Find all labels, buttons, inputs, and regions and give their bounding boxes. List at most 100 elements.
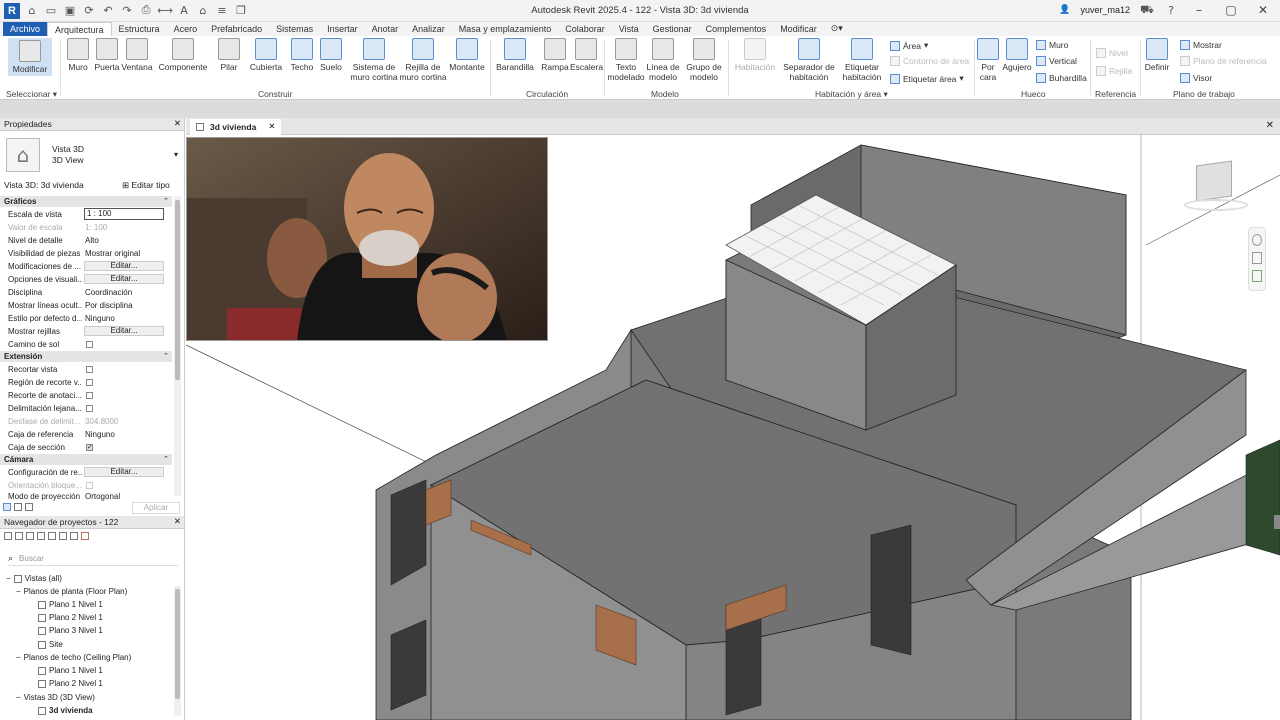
- property-value[interactable]: Ninguno: [85, 428, 170, 441]
- edit-button[interactable]: Editar...: [84, 274, 164, 284]
- tree-item[interactable]: Plano 1 Nivel 1: [38, 666, 103, 675]
- curtain-system-button[interactable]: Sistema de muro cortina: [348, 38, 400, 82]
- minimize-button[interactable]: –: [1188, 3, 1210, 17]
- tab-anotar[interactable]: Anotar: [365, 22, 406, 36]
- door-button[interactable]: Puerta: [93, 38, 121, 72]
- measure-icon[interactable]: ⟷: [157, 3, 173, 17]
- category-graphics[interactable]: Gráficos ⌃: [0, 196, 172, 207]
- tab-estructura[interactable]: Estructura: [112, 22, 167, 36]
- tab-analizar[interactable]: Analizar: [405, 22, 452, 36]
- tab-masa[interactable]: Masa y emplazamiento: [452, 22, 559, 36]
- tab-colaborar[interactable]: Colaborar: [558, 22, 612, 36]
- window-button[interactable]: Ventana: [121, 38, 153, 72]
- scrollbar[interactable]: [174, 196, 181, 496]
- wall-opening-button[interactable]: Muro: [1036, 40, 1068, 50]
- sort-az-icon[interactable]: [14, 503, 22, 511]
- room-button[interactable]: Habitación: [732, 38, 778, 72]
- curtain-grid-button[interactable]: Rejilla de muro cortina: [398, 38, 448, 82]
- vertical-button[interactable]: Vertical: [1036, 56, 1077, 66]
- schedules-icon[interactable]: [26, 532, 34, 540]
- viewcube-face[interactable]: [1196, 160, 1232, 202]
- ribbon-options-icon[interactable]: ⊙▾: [824, 22, 850, 36]
- tree-item[interactable]: Plano 2 Nivel 1: [38, 679, 103, 688]
- edit-button[interactable]: Editar...: [84, 261, 164, 271]
- help-icon[interactable]: ?: [1164, 3, 1178, 17]
- close-icon[interactable]: ✕: [174, 118, 181, 131]
- area-boundary-button[interactable]: Contorno de área: [890, 56, 969, 66]
- sync-icon[interactable]: ⟳: [82, 3, 96, 17]
- dormer-button[interactable]: Buhardilla: [1036, 73, 1087, 83]
- links-icon[interactable]: [70, 532, 78, 540]
- close-icon[interactable]: ✕: [174, 516, 181, 529]
- ref-plane-button[interactable]: Plano de referencia: [1180, 56, 1267, 66]
- tab-gestionar[interactable]: Gestionar: [646, 22, 699, 36]
- property-value[interactable]: Coordinación: [85, 286, 170, 299]
- tab-insertar[interactable]: Insertar: [320, 22, 365, 36]
- checkbox[interactable]: [86, 366, 93, 373]
- cart-icon[interactable]: ⛟: [1140, 3, 1154, 17]
- revit-links-icon[interactable]: [81, 532, 89, 540]
- maximize-button[interactable]: ▢: [1220, 3, 1242, 17]
- tab-sistemas[interactable]: Sistemas: [269, 22, 320, 36]
- model-text-button[interactable]: Texto modelado: [606, 38, 646, 82]
- home-icon[interactable]: ⌂: [25, 3, 39, 17]
- tab-modificar[interactable]: Modificar: [773, 22, 824, 36]
- search-field[interactable]: ⌕ Buscar: [8, 552, 178, 566]
- compass-ring[interactable]: [1184, 199, 1248, 211]
- stair-button[interactable]: Escalera: [570, 38, 603, 72]
- ceiling-button[interactable]: Techo: [288, 38, 316, 72]
- chevron-down-icon[interactable]: ▾: [174, 150, 178, 159]
- by-face-button[interactable]: Por cara: [976, 38, 1000, 82]
- checkbox[interactable]: [86, 379, 93, 386]
- property-value[interactable]: Alto: [85, 234, 170, 247]
- tree-item-active[interactable]: 3d vivienda: [38, 706, 93, 715]
- modify-button[interactable]: Modificar: [8, 38, 52, 76]
- user-name[interactable]: yuver_ma12: [1080, 5, 1130, 15]
- tree-item[interactable]: Site: [38, 640, 63, 649]
- sheets-icon[interactable]: [37, 532, 45, 540]
- text-icon[interactable]: A: [177, 3, 191, 17]
- save-icon[interactable]: ▣: [63, 3, 77, 17]
- tag-room-button[interactable]: Etiquetar habitación: [838, 38, 886, 82]
- ramp-button[interactable]: Rampa: [540, 38, 570, 72]
- edit-button[interactable]: Editar...: [84, 326, 164, 336]
- close-icon[interactable]: ✕: [268, 122, 275, 132]
- steering-wheel-icon[interactable]: [1252, 234, 1262, 246]
- set-workplane-button[interactable]: Definir: [1142, 38, 1172, 72]
- tag-area-button[interactable]: Etiquetar área ▾: [890, 73, 964, 84]
- scrollbar-thumb[interactable]: [1274, 515, 1280, 529]
- category-camera[interactable]: Cámara ⌃: [0, 454, 172, 465]
- 3d-view-icon[interactable]: ⌂: [196, 3, 210, 17]
- tree-item[interactable]: Plano 1 Nivel 1: [38, 600, 103, 609]
- families-icon[interactable]: [48, 532, 56, 540]
- tab-arquitectura[interactable]: Arquitectura: [47, 22, 112, 36]
- viewcube[interactable]: [1184, 160, 1248, 213]
- grid-button[interactable]: Rejilla: [1096, 66, 1132, 76]
- switch-windows-icon[interactable]: ❐: [234, 3, 248, 17]
- close-button[interactable]: ✕: [1252, 3, 1274, 17]
- tab-acero[interactable]: Acero: [167, 22, 205, 36]
- home-icon[interactable]: [4, 532, 12, 540]
- component-button[interactable]: Componente: [158, 38, 208, 72]
- print-icon[interactable]: ⎙: [139, 3, 153, 17]
- undo-icon[interactable]: ↶: [101, 3, 115, 17]
- tree-node[interactable]: − Vistas (all): [6, 574, 62, 583]
- wall-button[interactable]: Muro: [64, 38, 92, 72]
- property-value[interactable]: Por disciplina: [85, 299, 170, 312]
- model-line-button[interactable]: Línea de modelo: [646, 38, 680, 82]
- edit-type-button[interactable]: ⊞ Editar tipo: [122, 180, 170, 191]
- zoom-region-icon[interactable]: [1252, 270, 1262, 282]
- categorize-icon[interactable]: [3, 503, 11, 511]
- tab-archivo[interactable]: Archivo: [3, 22, 48, 36]
- railing-button[interactable]: Barandilla: [494, 38, 536, 72]
- checkbox-checked[interactable]: ✓: [86, 444, 93, 451]
- show-workplane-button[interactable]: Mostrar: [1180, 40, 1222, 50]
- shaft-button[interactable]: Agujero: [1000, 38, 1034, 72]
- groups-icon[interactable]: [59, 532, 67, 540]
- floor-button[interactable]: Suelo: [318, 38, 344, 72]
- tab-prefabricado[interactable]: Prefabricado: [204, 22, 269, 36]
- redo-icon[interactable]: ↷: [120, 3, 134, 17]
- tree-item[interactable]: Plano 3 Nivel 1: [38, 626, 103, 635]
- close-all-icon[interactable]: ✕: [1266, 120, 1274, 131]
- thin-lines-icon[interactable]: ≡: [215, 3, 229, 17]
